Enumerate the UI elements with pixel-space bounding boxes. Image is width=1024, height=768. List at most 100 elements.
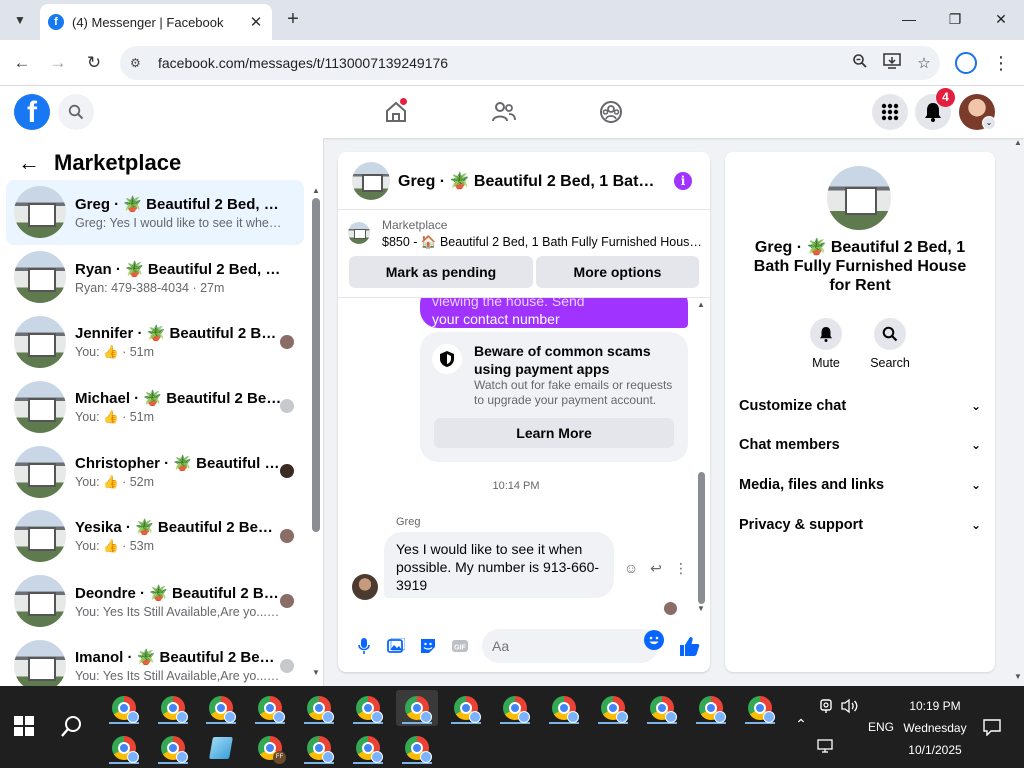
chat-title[interactable]: Greg · 🪴 Beautiful 2 Bed, 1 Bath Fully F…: [398, 171, 658, 191]
listing-price-title[interactable]: $850 - 🏠 Beautiful 2 Bed, 1 Bath Fully F…: [382, 235, 702, 250]
scroll-down-arrow-icon[interactable]: ▼: [1012, 672, 1024, 681]
account-chevron-down-icon[interactable]: ⌄: [982, 116, 996, 130]
input-language[interactable]: ENG: [868, 720, 894, 734]
conversation-item-ryan[interactable]: Ryan · 🪴 Beautiful 2 Bed, 1 Bath Fully F…: [6, 245, 304, 310]
search-in-conversation-button[interactable]: Search: [860, 318, 920, 370]
chat-listing-thumbnail[interactable]: [352, 161, 390, 200]
taskbar-search-icon[interactable]: [60, 714, 84, 738]
chrome-app-icon[interactable]: [103, 730, 145, 766]
chrome-app-icon[interactable]: [347, 690, 389, 726]
conversation-list-scrollbar[interactable]: ▲ ▼: [312, 186, 320, 677]
site-settings-icon[interactable]: ⚙: [130, 56, 150, 70]
volume-icon[interactable]: [840, 698, 860, 717]
chrome-app-icon[interactable]: [592, 690, 634, 726]
gif-icon[interactable]: GIF: [444, 630, 476, 662]
forward-arrow-icon[interactable]: →: [46, 51, 70, 75]
conversation-item-michael[interactable]: Michael · 🪴 Beautiful 2 Bed, 1 Bath Full…: [6, 374, 304, 439]
chrome-app-icon[interactable]: [347, 730, 389, 766]
tab-search-chevron-icon[interactable]: ▼: [8, 8, 32, 32]
notes-app-icon[interactable]: [200, 730, 242, 766]
chrome-app-icon[interactable]: [200, 690, 242, 726]
chrome-app-icon-active[interactable]: [396, 690, 438, 726]
home-icon[interactable]: [380, 96, 412, 128]
groups-icon[interactable]: [595, 96, 627, 128]
browser-menu-icon[interactable]: ⋮: [990, 52, 1012, 74]
emoji-icon[interactable]: [644, 630, 664, 650]
learn-more-button[interactable]: Learn More: [434, 418, 674, 448]
photo-icon[interactable]: [380, 630, 412, 662]
react-emoji-icon[interactable]: ☺: [621, 558, 641, 578]
chrome-app-icon[interactable]: FF: [249, 730, 291, 766]
notification-center-icon[interactable]: [982, 718, 1002, 739]
address-bar[interactable]: ⚙ facebook.com/messages/t/11300071392491…: [120, 46, 940, 80]
browser-tab-messenger[interactable]: f (4) Messenger | Facebook ✕: [40, 4, 272, 40]
scroll-down-arrow-icon[interactable]: ▼: [696, 604, 706, 613]
media-files-links-row[interactable]: Media, files and links ⌄: [739, 467, 981, 503]
install-app-icon[interactable]: [876, 53, 908, 73]
meet-now-icon[interactable]: [816, 698, 836, 717]
network-icon[interactable]: [816, 738, 836, 757]
chrome-app-icon[interactable]: [152, 730, 194, 766]
clock-date[interactable]: 10/1/2025: [900, 743, 970, 757]
reload-icon[interactable]: ↻: [82, 51, 106, 75]
mark-as-pending-button[interactable]: Mark as pending: [349, 256, 533, 288]
chrome-app-icon[interactable]: [494, 690, 536, 726]
scrollbar-thumb[interactable]: [312, 198, 320, 532]
message-more-icon[interactable]: ⋮: [671, 558, 691, 578]
conversation-item-jennifer[interactable]: Jennifer · 🪴 Beautiful 2 Bed, 1 Bath Ful…: [6, 310, 304, 375]
message-thread-scrollbar[interactable]: ▲ ▼: [696, 300, 706, 616]
chrome-app-icon[interactable]: [298, 690, 340, 726]
restore-icon[interactable]: ❐: [940, 6, 970, 32]
more-options-button[interactable]: More options: [536, 256, 699, 288]
scrollbar-thumb[interactable]: [698, 472, 705, 604]
show-hidden-icons-chevron-icon[interactable]: ⌃: [792, 716, 810, 733]
chrome-app-icon[interactable]: [543, 690, 585, 726]
privacy-support-row[interactable]: Privacy & support ⌄: [739, 507, 981, 543]
zoom-icon[interactable]: [844, 53, 876, 73]
chat-members-row[interactable]: Chat members ⌄: [739, 427, 981, 463]
back-arrow-icon[interactable]: ←: [18, 150, 40, 176]
like-thumbs-up-icon[interactable]: [676, 633, 702, 659]
menu-grid-icon[interactable]: [872, 94, 908, 130]
chrome-app-icon[interactable]: [641, 690, 683, 726]
new-tab-button[interactable]: +: [282, 8, 304, 30]
microphone-icon[interactable]: [348, 630, 380, 662]
conversation-item-deondre[interactable]: Deondre · 🪴 Beautiful 2 Bed, 1 Bath Full…: [6, 569, 304, 634]
chrome-app-icon[interactable]: [298, 730, 340, 766]
clock-time[interactable]: 10:19 PM: [900, 699, 970, 713]
chrome-app-icon[interactable]: [690, 690, 732, 726]
conversation-item-christopher[interactable]: Christopher · 🪴 Beautiful 2 Bed, 1 Bath …: [6, 439, 304, 504]
bookmark-star-icon[interactable]: ☆: [908, 54, 940, 72]
back-arrow-icon[interactable]: ←: [10, 51, 34, 75]
mute-button[interactable]: Mute: [796, 318, 856, 370]
chrome-app-icon[interactable]: [103, 690, 145, 726]
scroll-up-arrow-icon[interactable]: ▲: [696, 300, 706, 309]
conversation-item-greg[interactable]: Greg · 🪴 Beautiful 2 Bed, 1 Bath Fully F…: [6, 180, 304, 245]
chrome-app-icon[interactable]: [445, 690, 487, 726]
url-text[interactable]: facebook.com/messages/t/1130007139249176: [158, 55, 844, 71]
chrome-app-icon[interactable]: [152, 690, 194, 726]
minimize-icon[interactable]: —: [894, 6, 924, 32]
clock-day[interactable]: Wednesday: [900, 721, 970, 735]
tab-close-icon[interactable]: ✕: [248, 13, 264, 31]
conversation-info-icon[interactable]: i: [674, 171, 692, 190]
sender-avatar[interactable]: [352, 574, 378, 600]
scroll-up-arrow-icon[interactable]: ▲: [312, 186, 320, 195]
friends-icon[interactable]: [488, 96, 520, 128]
reply-icon[interactable]: ↩: [646, 558, 666, 578]
chrome-app-icon[interactable]: [739, 690, 781, 726]
scroll-down-arrow-icon[interactable]: ▼: [312, 668, 320, 677]
windows-start-icon[interactable]: [14, 716, 34, 736]
sticker-icon[interactable]: [412, 630, 444, 662]
chrome-app-icon[interactable]: [249, 690, 291, 726]
facebook-logo-icon[interactable]: f: [14, 94, 50, 130]
window-close-icon[interactable]: ✕: [986, 6, 1016, 32]
scroll-up-arrow-icon[interactable]: ▲: [1012, 138, 1024, 147]
message-input[interactable]: [482, 629, 658, 663]
page-scrollbar[interactable]: ▲ ▼: [1012, 138, 1024, 686]
conversation-item-yesika[interactable]: Yesika · 🪴 Beautiful 2 Bed, 1 Bath Fully…: [6, 504, 304, 569]
browser-profile-icon[interactable]: [955, 52, 977, 74]
info-listing-thumbnail[interactable]: [827, 166, 891, 230]
received-message-bubble[interactable]: Yes I would like to see it when possible…: [384, 532, 614, 598]
facebook-search-icon[interactable]: [58, 94, 94, 130]
